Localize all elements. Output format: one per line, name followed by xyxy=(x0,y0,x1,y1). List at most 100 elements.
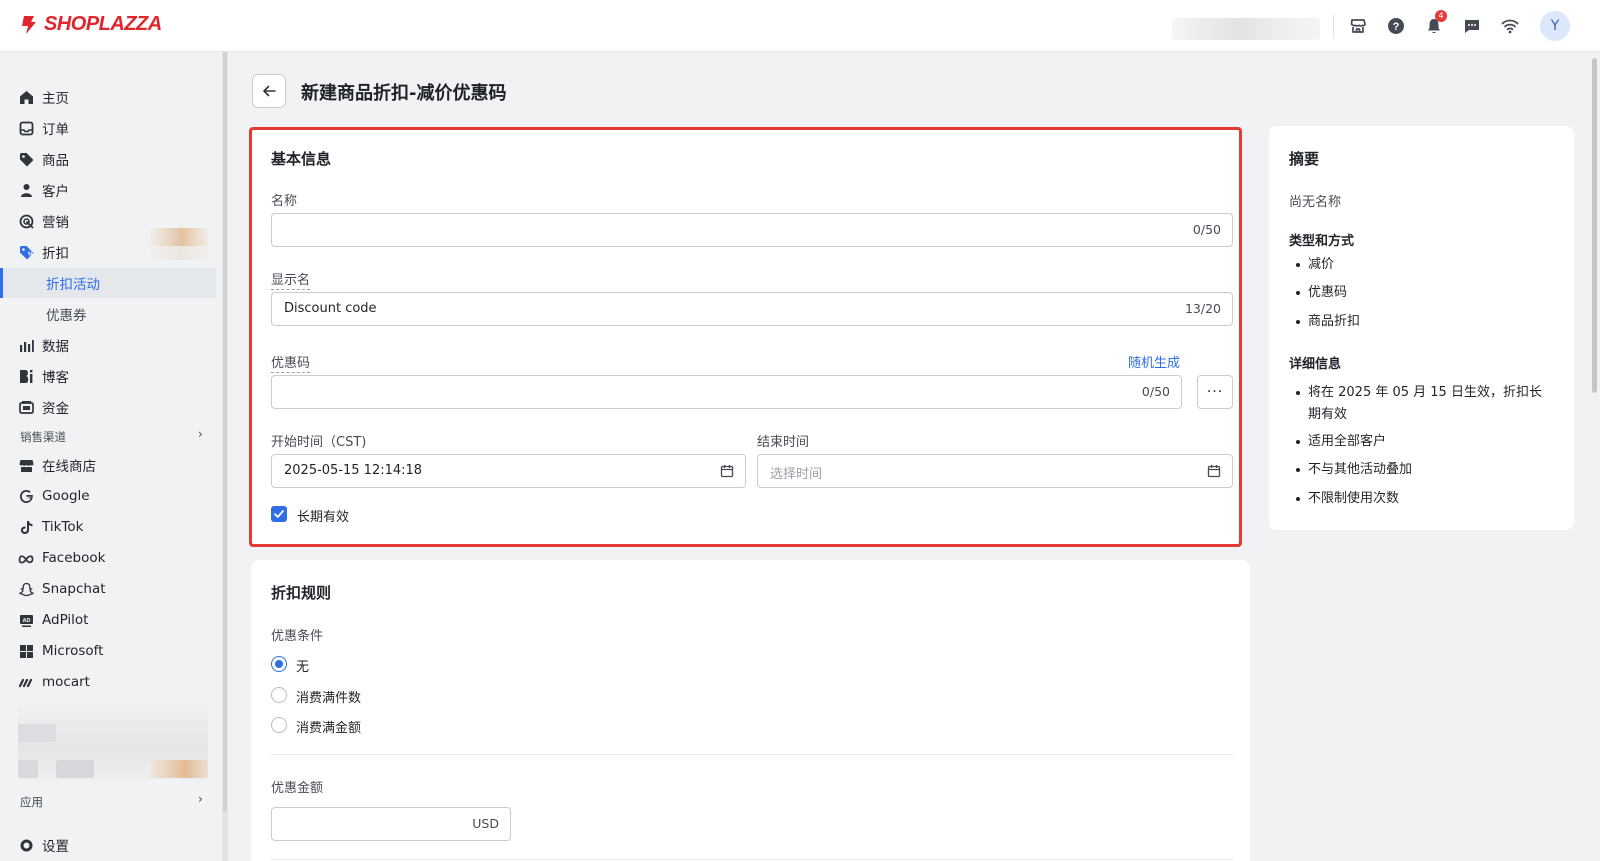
inbox-icon xyxy=(18,120,34,136)
blurred-apps xyxy=(150,760,208,778)
sidebar-item-label: 博客 xyxy=(42,370,69,386)
sidebar-item-label: Microsoft xyxy=(42,643,104,659)
condition-radio-min-amount[interactable] xyxy=(271,717,287,733)
sidebar: 主页 订单 商品 客户 营销 % 折扣 折扣活动 优惠券 数据 博客 资金 销售… xyxy=(0,52,222,861)
sidebar-item-label: 在线商店 xyxy=(42,459,96,475)
summary-detail-item: 不与其他活动叠加 xyxy=(1295,459,1412,481)
discount-amount-input[interactable]: USD xyxy=(271,807,511,841)
blurred-promo xyxy=(150,246,208,260)
condition-radio-none[interactable] xyxy=(271,656,287,672)
sidebar-scrollbar-thumb[interactable] xyxy=(223,52,227,812)
summary-type-heading: 类型和方式 xyxy=(1289,234,1355,249)
sidebar-item-discount-activities[interactable]: 折扣活动 xyxy=(0,268,216,298)
store-icon xyxy=(18,457,34,473)
sidebar-item-products[interactable]: 商品 xyxy=(0,144,216,174)
sidebar-item-home[interactable]: 主页 xyxy=(0,82,216,112)
sidebar-item-label: 主页 xyxy=(42,91,69,107)
condition-radio-min-quantity[interactable] xyxy=(271,687,287,703)
main-scrollbar-thumb[interactable] xyxy=(1592,58,1597,393)
chevron-right-icon[interactable]: › xyxy=(198,427,203,441)
condition-option-label[interactable]: 消费满金额 xyxy=(296,717,361,736)
logo-mark-icon xyxy=(22,15,36,34)
sidebar-item-label: mocart xyxy=(42,674,90,690)
store-name-blurred[interactable] xyxy=(1172,18,1320,40)
summary-detail-item: 不限制使用次数 xyxy=(1295,488,1399,510)
sidebar-item-microsoft[interactable]: Microsoft xyxy=(0,636,216,666)
condition-option-label[interactable]: 消费满件数 xyxy=(296,687,361,706)
home-icon xyxy=(18,89,34,105)
summary-detail-heading: 详细信息 xyxy=(1289,357,1342,372)
blurred-apps xyxy=(56,760,94,778)
active-indicator xyxy=(0,268,3,298)
sidebar-item-facebook[interactable]: Facebook xyxy=(0,543,216,573)
target-icon xyxy=(18,213,34,229)
summary-title: 摘要 xyxy=(1289,150,1320,168)
brand-name: SHOPLAZZA xyxy=(44,13,162,35)
sidebar-item-tiktok[interactable]: TikTok xyxy=(0,512,216,542)
store-icon[interactable] xyxy=(1346,14,1370,38)
microsoft-icon xyxy=(18,643,34,659)
svg-text:AD: AD xyxy=(22,618,30,624)
avatar[interactable]: Y xyxy=(1540,11,1570,41)
chart-icon xyxy=(18,337,34,353)
blurred-promo xyxy=(150,228,208,246)
sidebar-item-label: 设置 xyxy=(42,839,69,855)
sidebar-item-label: Snapchat xyxy=(42,581,106,597)
condition-option-label[interactable]: 无 xyxy=(296,656,309,675)
sidebar-item-blog[interactable]: 博客 xyxy=(0,361,216,391)
section-divider xyxy=(271,754,1233,755)
sidebar-item-customers[interactable]: 客户 xyxy=(0,175,216,205)
person-icon xyxy=(18,182,34,198)
highlight-box xyxy=(249,127,1242,547)
summary-no-name: 尚无名称 xyxy=(1289,195,1342,210)
wifi-icon[interactable] xyxy=(1498,14,1522,38)
sidebar-item-label: Google xyxy=(42,488,90,504)
sidebar-item-online-store[interactable]: 在线商店 xyxy=(0,450,216,480)
notification-badge: 4 xyxy=(1435,10,1447,22)
shoplazza-logo[interactable]: SHOPLAZZA xyxy=(18,13,162,36)
google-icon xyxy=(18,488,34,504)
sidebar-item-mocart[interactable]: mocart xyxy=(0,667,216,697)
sidebar-item-finance[interactable]: 资金 xyxy=(0,392,216,422)
sidebar-item-adpilot[interactable]: AD AdPilot xyxy=(0,605,216,635)
chat-icon[interactable] xyxy=(1460,14,1484,38)
sidebar-item-label: 优惠券 xyxy=(46,308,87,324)
summary-type-item: 优惠码 xyxy=(1295,282,1347,304)
sidebar-item-google[interactable]: Google xyxy=(0,481,216,511)
sidebar-item-label: AdPilot xyxy=(42,612,89,628)
sidebar-item-snapchat[interactable]: Snapchat xyxy=(0,574,216,604)
back-button[interactable] xyxy=(252,74,286,108)
chevron-right-icon[interactable]: › xyxy=(198,792,203,806)
section-divider xyxy=(271,859,1233,860)
gear-icon xyxy=(18,837,34,853)
sidebar-item-label: Facebook xyxy=(42,550,106,566)
page-title: 新建商品折扣-减价优惠码 xyxy=(301,83,507,104)
sidebar-item-label: 折扣 xyxy=(42,246,69,262)
summary-type-item: 减价 xyxy=(1295,254,1334,276)
apps-heading: 应用 xyxy=(20,795,43,809)
sidebar-item-label: 订单 xyxy=(42,122,69,138)
sidebar-item-label: 商品 xyxy=(42,153,69,169)
sidebar-item-analytics[interactable]: 数据 xyxy=(0,330,216,360)
currency-suffix: USD xyxy=(472,816,499,831)
topbar-divider xyxy=(1333,14,1334,38)
wallet-icon xyxy=(18,399,34,415)
help-icon[interactable]: ? xyxy=(1384,14,1408,38)
sales-channels-heading: 销售渠道 xyxy=(20,430,66,444)
sidebar-item-coupons[interactable]: 优惠券 xyxy=(0,299,216,329)
bell-icon[interactable]: 4 xyxy=(1422,10,1447,38)
sidebar-item-label: 数据 xyxy=(42,339,69,355)
sidebar-item-orders[interactable]: 订单 xyxy=(0,113,216,143)
svg-text:?: ? xyxy=(1393,21,1400,33)
mocart-icon xyxy=(18,674,34,690)
ad-icon: AD xyxy=(18,612,34,628)
blog-icon xyxy=(18,368,34,384)
sidebar-item-settings[interactable]: 设置 xyxy=(0,830,216,860)
sidebar-item-label: TikTok xyxy=(42,519,84,535)
condition-label: 优惠条件 xyxy=(271,629,324,644)
blurred-apps xyxy=(18,760,38,778)
meta-icon xyxy=(18,550,34,566)
summary-detail-item: 适用全部客户 xyxy=(1295,431,1386,453)
tiktok-icon xyxy=(18,519,34,535)
sidebar-item-label: 资金 xyxy=(42,401,69,417)
